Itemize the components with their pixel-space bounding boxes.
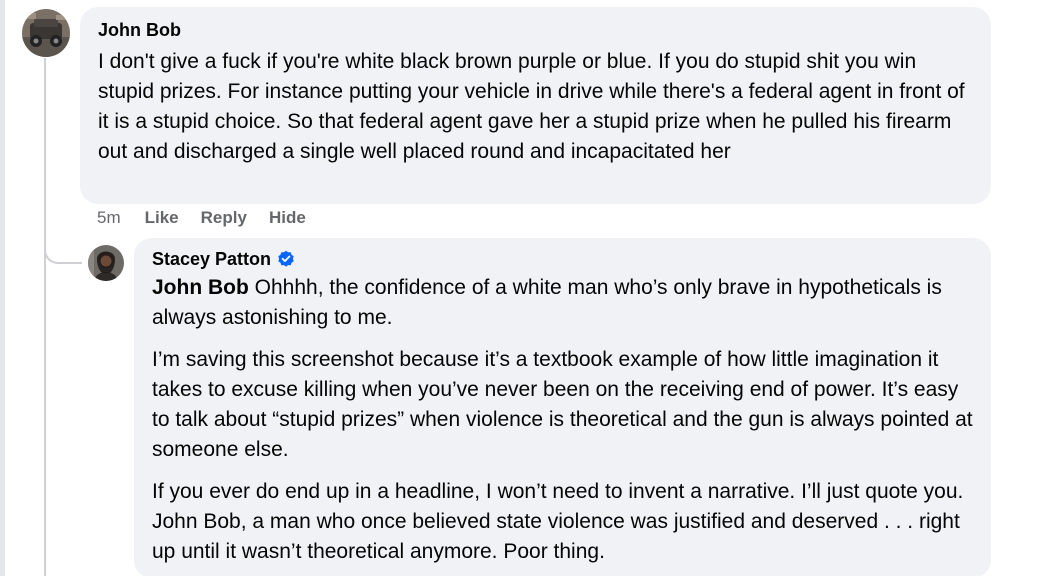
thread-connector-line <box>44 58 46 576</box>
reply-paragraph-2: I’m saving this screenshot because it’s … <box>152 348 973 461</box>
comment-bubble: John Bob I don't give a fuck if you're w… <box>80 7 991 204</box>
like-button[interactable]: Like <box>145 208 179 228</box>
comment-timestamp[interactable]: 5m <box>97 208 121 228</box>
comment-thread: John Bob I don't give a fuck if you're w… <box>0 0 1054 576</box>
reply-paragraph-3: If you ever do end up in a headline, I w… <box>152 480 964 563</box>
reply-avatar[interactable] <box>88 245 124 281</box>
reply-author: Stacey Patton <box>152 248 974 270</box>
reply-connector-curve <box>44 238 82 264</box>
verified-badge-icon <box>277 250 295 268</box>
comment-author[interactable]: John Bob <box>98 19 974 41</box>
avatar[interactable] <box>22 9 70 57</box>
page-edge <box>0 0 5 576</box>
mention-link[interactable]: John Bob <box>152 276 249 299</box>
reply-bubble: Stacey Patton John Bob Ohhhh, the confid… <box>134 238 991 576</box>
reply-paragraph-1-text: Ohhhh, the confidence of a white man who… <box>152 276 942 329</box>
reply-button[interactable]: Reply <box>201 208 247 228</box>
comment-actions: 5m Like Reply Hide <box>97 206 328 230</box>
hide-button[interactable]: Hide <box>269 208 306 228</box>
reply-author-name[interactable]: Stacey Patton <box>152 248 271 270</box>
comment-text: I don't give a fuck if you're white blac… <box>98 50 965 163</box>
reply-paragraph-1: John Bob Ohhhh, the confidence of a whit… <box>152 273 974 333</box>
